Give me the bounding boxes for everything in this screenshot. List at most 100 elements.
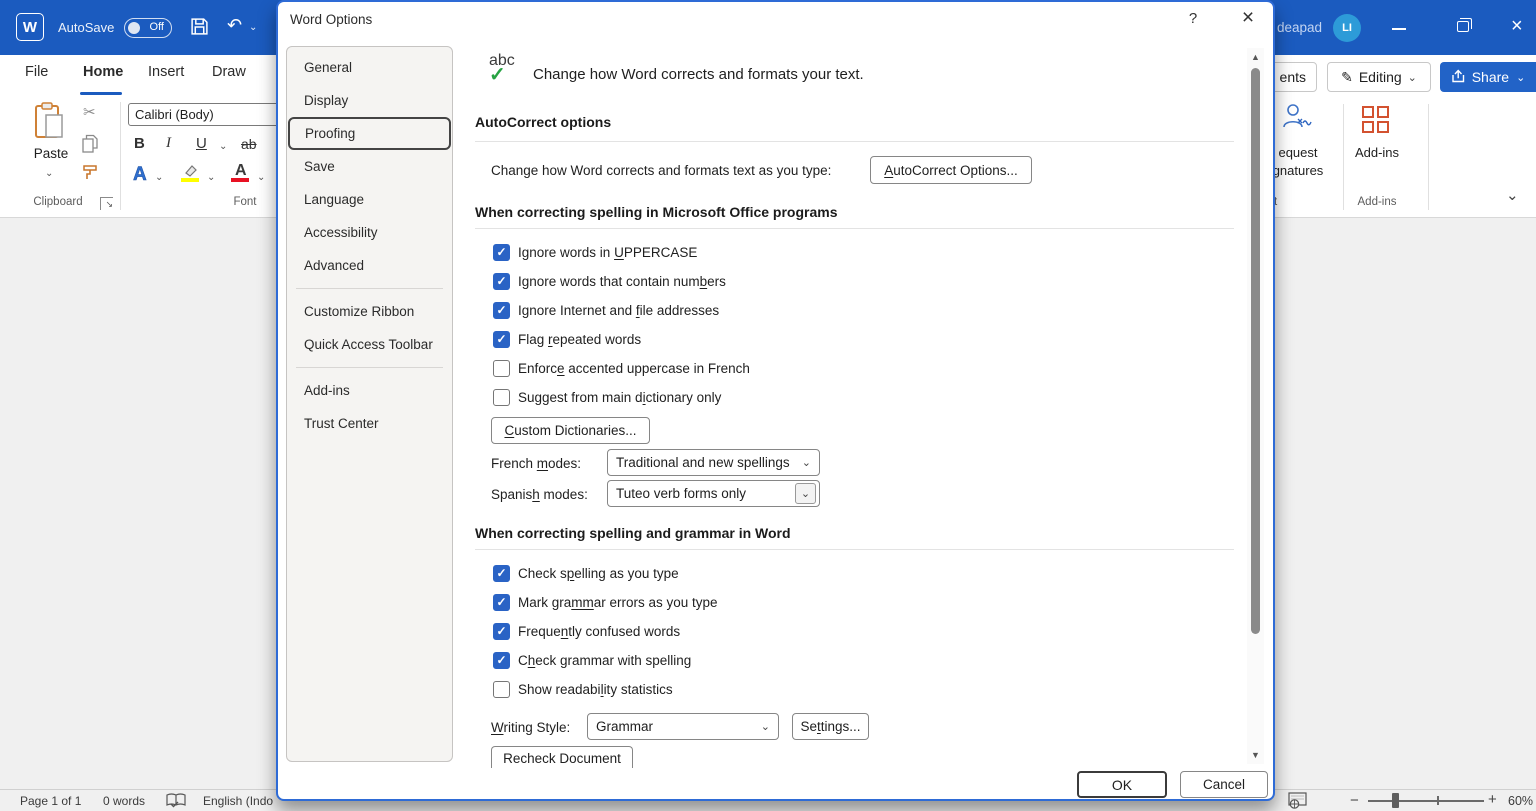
editing-button-label: Editing [1359, 69, 1402, 85]
checkbox-unchecked[interactable] [493, 360, 510, 377]
strikethrough-button[interactable]: ab [241, 136, 257, 152]
format-painter-icon[interactable] [82, 164, 100, 186]
checkbox-row-ignore-uppercase: Ignore words in UPPERCASE [493, 243, 697, 261]
italic-button[interactable]: I [166, 135, 171, 152]
settings-button[interactable]: Settings... [792, 713, 869, 740]
request-signatures-icon[interactable] [1282, 103, 1312, 136]
text-effects-button[interactable]: A [133, 164, 147, 186]
nav-item-save[interactable]: Save [287, 150, 452, 183]
checkbox-label: Flag repeated words [518, 332, 641, 347]
zoom-in-button[interactable]: + [1488, 791, 1497, 808]
scroll-down-icon[interactable]: ▼ [1247, 750, 1264, 760]
nav-item-quick-access-toolbar[interactable]: Quick Access Toolbar [287, 328, 452, 361]
text-effects-chevron-icon[interactable]: ⌄ [155, 172, 163, 183]
bold-button[interactable]: B [134, 135, 145, 152]
nav-item-advanced[interactable]: Advanced [287, 249, 452, 282]
dialog-scrollbar[interactable]: ▲ ▼ [1247, 48, 1264, 764]
autocorrect-options-button[interactable]: AutoCorrect Options... [870, 156, 1032, 184]
paste-icon[interactable] [34, 102, 64, 145]
ok-button[interactable]: OK [1077, 771, 1167, 798]
nav-item-customize-ribbon[interactable]: Customize Ribbon [287, 295, 452, 328]
checkbox-checked[interactable] [493, 331, 510, 348]
nav-item-general[interactable]: General [287, 51, 452, 84]
undo-icon[interactable]: ↶ [227, 15, 242, 36]
paste-button[interactable]: Paste [31, 146, 71, 161]
share-button[interactable]: Share ⌄ [1440, 62, 1536, 92]
undo-chevron-icon[interactable]: ⌄ [249, 22, 257, 33]
nav-item-trust-center[interactable]: Trust Center [287, 407, 452, 440]
group-divider [120, 102, 121, 210]
autosave-state: Off [150, 21, 164, 33]
add-ins-icon[interactable] [1362, 106, 1389, 133]
checkbox-checked[interactable] [493, 302, 510, 319]
proofing-status-icon[interactable] [166, 793, 186, 811]
tab-insert[interactable]: Insert [148, 64, 184, 80]
underline-chevron-icon[interactable]: ⌄ [219, 141, 227, 152]
zoom-level[interactable]: 60% [1508, 794, 1533, 808]
add-ins-button-label[interactable]: Add-ins [1347, 145, 1407, 160]
nav-item-proofing[interactable]: Proofing [288, 117, 451, 150]
zoom-slider-track[interactable] [1368, 800, 1484, 802]
clipboard-group-label: Clipboard [22, 196, 94, 208]
tab-draw[interactable]: Draw [212, 64, 246, 80]
tab-file[interactable]: File [25, 64, 48, 80]
web-layout-view-icon[interactable] [1288, 792, 1308, 811]
checkbox-checked[interactable] [493, 273, 510, 290]
dialog-close-icon[interactable]: × [1236, 6, 1260, 30]
close-icon[interactable]: × [1511, 13, 1523, 39]
spanish-modes-select[interactable]: Tuteo verb forms only ⌄ [607, 480, 820, 507]
custom-dictionaries-button[interactable]: Custom Dictionaries... [491, 417, 650, 444]
word-count[interactable]: 0 words [103, 794, 145, 808]
zoom-slider-thumb[interactable] [1392, 793, 1399, 808]
nav-item-language[interactable]: Language [287, 183, 452, 216]
checkbox-checked[interactable] [493, 244, 510, 261]
font-color-chevron-icon[interactable]: ⌄ [257, 172, 265, 183]
zoom-out-button[interactable]: − [1350, 792, 1359, 809]
underline-button[interactable]: U [196, 135, 207, 152]
font-color-bar [231, 178, 249, 182]
select-dropdown-button[interactable]: ⌄ [795, 483, 816, 504]
editing-button[interactable]: ✎ Editing ⌄ [1327, 62, 1431, 92]
checkbox-checked[interactable] [493, 565, 510, 582]
nav-item-display[interactable]: Display [287, 84, 452, 117]
tab-home[interactable]: Home [83, 64, 123, 80]
group-divider [1343, 104, 1344, 210]
scroll-up-icon[interactable]: ▲ [1247, 52, 1264, 62]
autosave-toggle[interactable]: Off [124, 18, 172, 38]
highlight-color-bar [181, 178, 199, 182]
font-name-select[interactable]: Calibri (Body) [128, 103, 288, 126]
checkbox-unchecked[interactable] [493, 389, 510, 406]
language-status[interactable]: English (Indo [203, 794, 273, 808]
minimize-icon[interactable] [1392, 28, 1406, 30]
green-check-icon: ✓ [489, 62, 506, 87]
clipboard-dialog-launcher-icon[interactable]: ↘ [100, 197, 113, 210]
cut-icon[interactable]: ✂ [83, 103, 96, 121]
nav-label: General [304, 60, 352, 75]
highlighter-chevron-icon[interactable]: ⌄ [207, 172, 215, 183]
paste-chevron-icon[interactable]: ⌄ [45, 168, 53, 179]
nav-label: Proofing [305, 126, 355, 141]
checkbox-checked[interactable] [493, 623, 510, 640]
word-app-icon[interactable]: W [16, 13, 44, 41]
avatar[interactable]: LI [1333, 14, 1361, 42]
checkbox-unchecked[interactable] [493, 681, 510, 698]
nav-item-add-ins[interactable]: Add-ins [287, 374, 452, 407]
checkbox-checked[interactable] [493, 652, 510, 669]
nav-label: Trust Center [304, 416, 379, 431]
checkbox-label: Check spelling as you type [518, 566, 679, 581]
page-indicator[interactable]: Page 1 of 1 [20, 794, 81, 808]
restore-icon[interactable] [1457, 21, 1469, 32]
writing-style-select[interactable]: Grammar ⌄ [587, 713, 779, 740]
collapse-ribbon-chevron-icon[interactable]: ⌄ [1506, 186, 1519, 204]
save-icon[interactable] [190, 17, 209, 41]
copy-icon[interactable] [82, 134, 99, 158]
avatar-initials: LI [1342, 22, 1352, 34]
scrollbar-thumb[interactable] [1251, 68, 1260, 634]
help-icon[interactable]: ? [1183, 10, 1203, 27]
cancel-button[interactable]: Cancel [1180, 771, 1268, 798]
recheck-document-button[interactable]: Recheck Document [491, 746, 633, 768]
french-modes-select[interactable]: Traditional and new spellings ⌄ [607, 449, 820, 476]
nav-item-accessibility[interactable]: Accessibility [287, 216, 452, 249]
editing-chevron-icon: ⌄ [1408, 71, 1417, 84]
checkbox-checked[interactable] [493, 594, 510, 611]
